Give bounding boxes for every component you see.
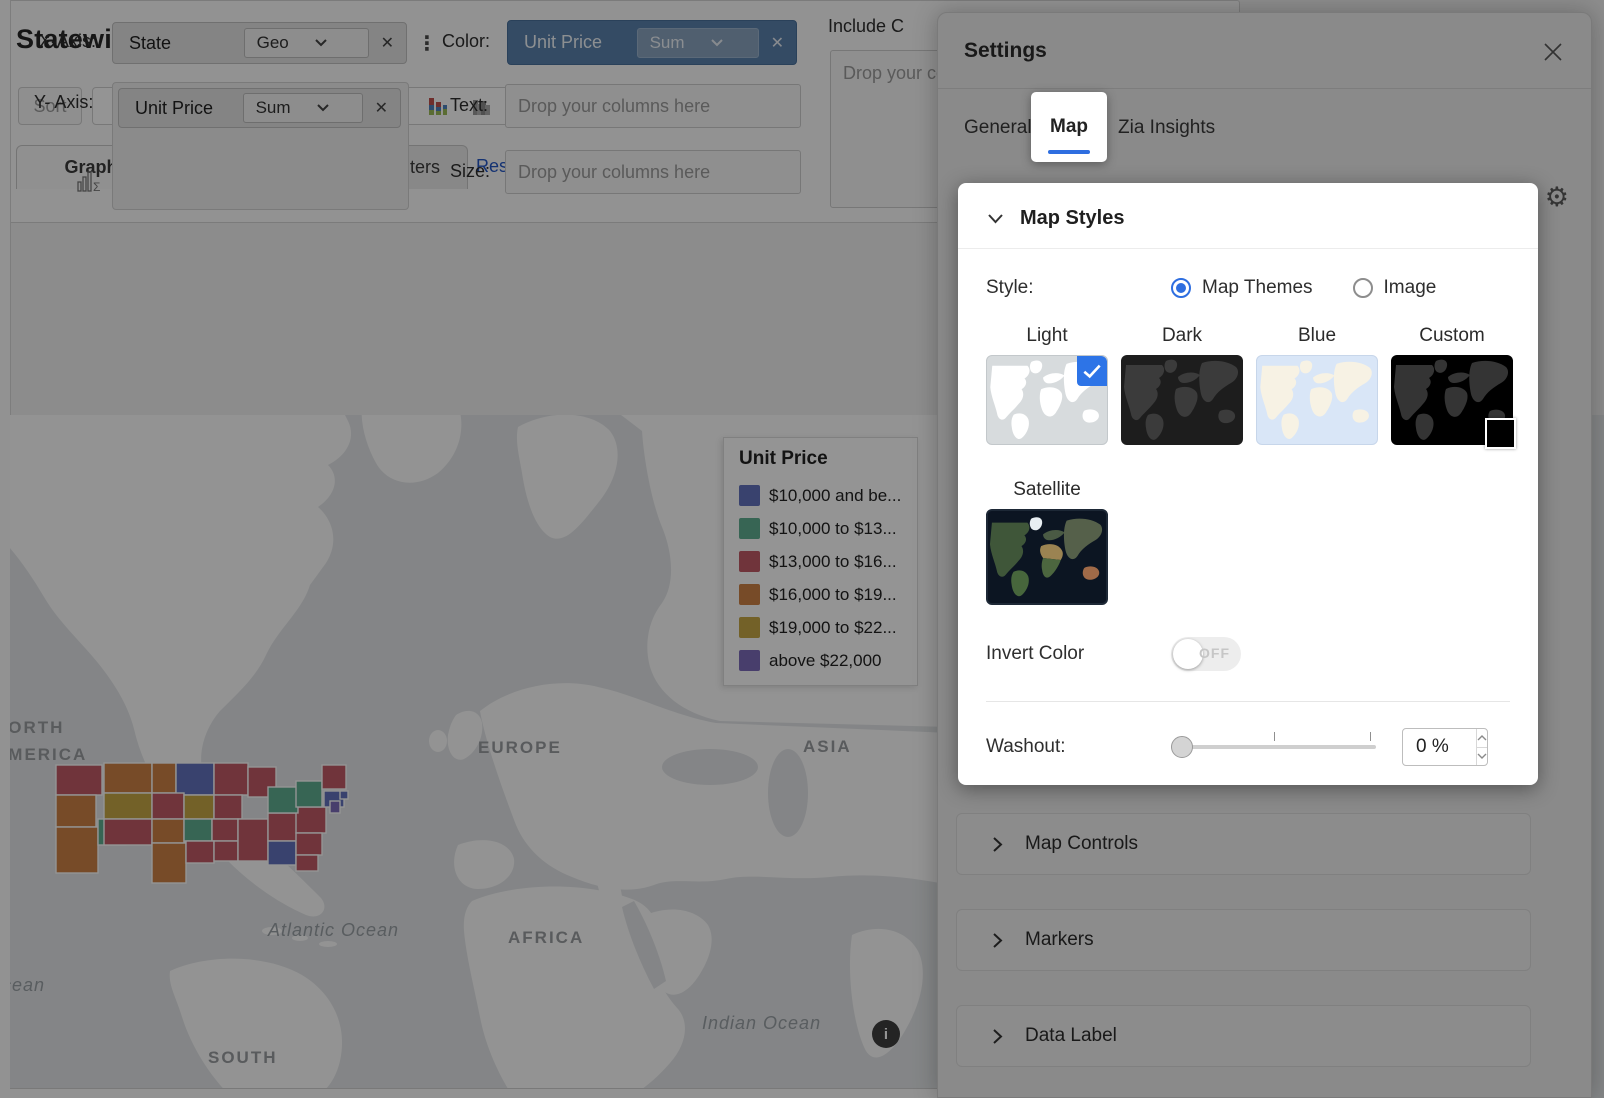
- slider-thumb[interactable]: [1171, 736, 1193, 758]
- slider-track[interactable]: [1171, 745, 1376, 749]
- washout-value-box: [1402, 728, 1488, 766]
- app-window: Statewise Sales * Save ⋮ Sort Underlying…: [0, 0, 1604, 1098]
- washout-slider[interactable]: [1171, 736, 1376, 758]
- theme-satellite[interactable]: Satellite: [986, 479, 1108, 605]
- satellite-thumbnail[interactable]: [986, 509, 1108, 605]
- spinner-up-icon[interactable]: [1477, 729, 1487, 747]
- divider: [986, 701, 1510, 702]
- map-styles-card: Map Styles Style: Map Themes Image: [958, 183, 1538, 785]
- theme-blue[interactable]: Blue: [1256, 325, 1378, 445]
- washout-label: Washout:: [986, 736, 1171, 758]
- radio-selected-icon: [1171, 278, 1191, 298]
- toggle-state-label: OFF: [1199, 645, 1230, 661]
- slider-tick: [1274, 732, 1275, 741]
- chevron-down-icon: [988, 214, 1003, 224]
- theme-light[interactable]: Light: [986, 325, 1108, 445]
- active-tab-underline: [1048, 150, 1090, 154]
- tab-map[interactable]: Map: [1031, 92, 1107, 162]
- washout-input[interactable]: [1403, 729, 1476, 765]
- radio-image[interactable]: Image: [1353, 277, 1437, 299]
- section-title: Map Styles: [1020, 207, 1124, 230]
- spinner-down-icon[interactable]: [1477, 747, 1487, 766]
- custom-color-swatch[interactable]: [1485, 418, 1516, 449]
- map-styles-accordion-header[interactable]: Map Styles: [958, 183, 1538, 249]
- theme-custom[interactable]: Custom: [1391, 325, 1513, 445]
- slider-tick: [1370, 732, 1371, 741]
- radio-unselected-icon: [1353, 278, 1373, 298]
- invert-color-toggle[interactable]: OFF: [1171, 637, 1241, 671]
- style-label: Style:: [986, 277, 1171, 299]
- invert-color-label: Invert Color: [986, 643, 1171, 665]
- theme-dark[interactable]: Dark: [1121, 325, 1243, 445]
- radio-map-themes[interactable]: Map Themes: [1171, 277, 1313, 299]
- check-icon: [1077, 356, 1107, 386]
